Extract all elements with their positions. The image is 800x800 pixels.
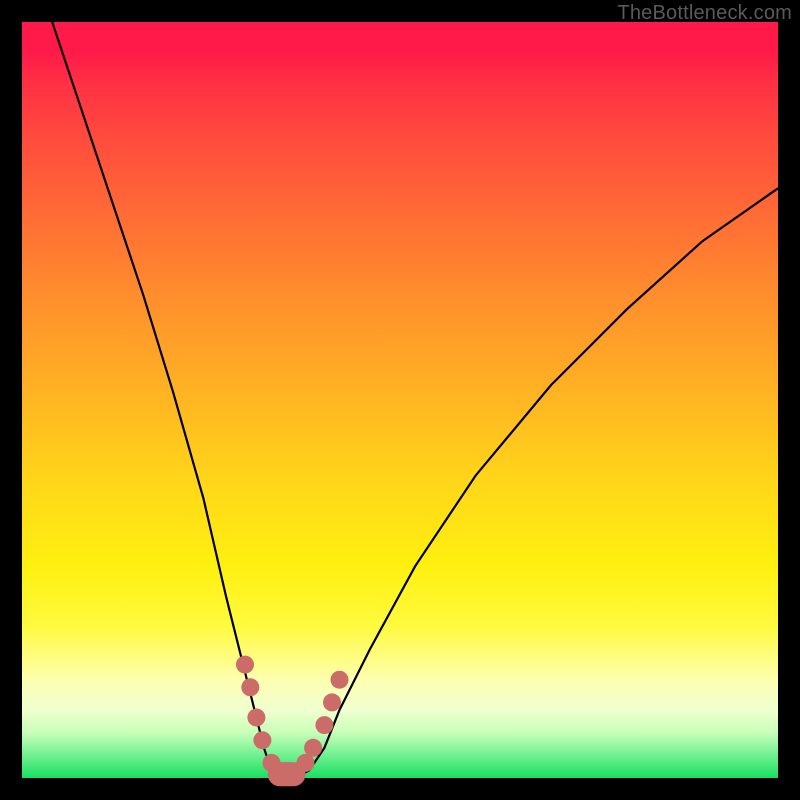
flat-minimum-bar: [268, 762, 306, 786]
curve-marker: [315, 716, 333, 734]
curve-marker: [323, 693, 341, 711]
curve-marker: [304, 739, 322, 757]
marker-group: [236, 656, 349, 772]
curve-marker: [241, 678, 259, 696]
curve-marker: [247, 709, 265, 727]
bottleneck-chart: [22, 22, 778, 778]
bottleneck-curve: [52, 22, 778, 778]
curve-marker: [253, 731, 271, 749]
curve-marker: [236, 656, 254, 674]
curve-marker: [331, 671, 349, 689]
